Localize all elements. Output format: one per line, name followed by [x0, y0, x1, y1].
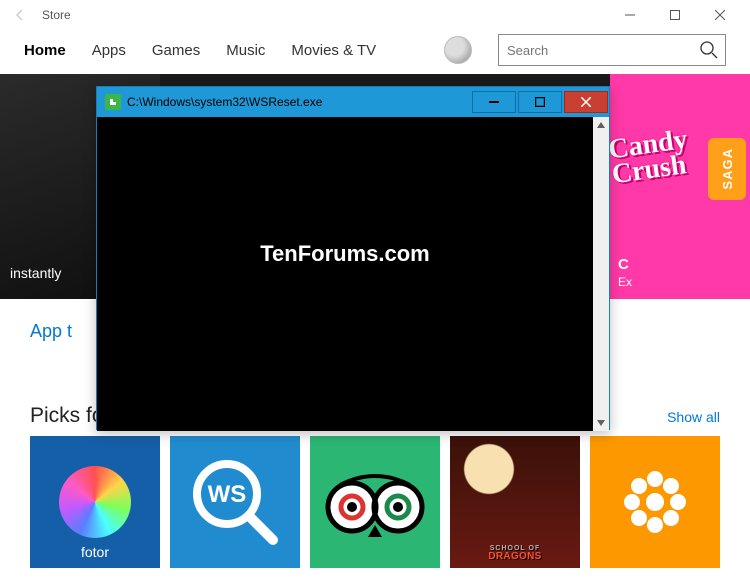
nav-movies[interactable]: Movies & TV [291, 42, 376, 59]
console-canvas: TenForums.com [97, 117, 593, 431]
app-tile-orange[interactable] [590, 436, 720, 568]
console-title-text: C:\Windows\system32\WSReset.exe [127, 95, 471, 109]
picks-show-all[interactable]: Show all [667, 409, 720, 425]
wordsearch-icon: WS [185, 452, 285, 552]
console-window[interactable]: C:\Windows\system32\WSReset.exe TenForum… [96, 86, 610, 430]
search-box[interactable] [498, 34, 726, 66]
hero-slide-right[interactable]: Candy Crush SAGA C Ex [610, 74, 750, 299]
nav-apps[interactable]: Apps [92, 42, 126, 59]
app-tile-wordsearch[interactable]: WS [170, 436, 300, 568]
search-input[interactable] [499, 35, 725, 65]
store-title-bar: Store [0, 0, 750, 30]
app-tile-tripadvisor[interactable] [310, 436, 440, 568]
scroll-down-button[interactable] [593, 415, 609, 431]
console-maximize-button[interactable] [518, 91, 562, 113]
dragons-art: SCHOOL OF DRAGONS [450, 436, 580, 568]
console-close-button[interactable] [564, 91, 608, 113]
hero-left-caption: instantly [10, 265, 61, 281]
candy-crush-logo: Candy Crush [610, 127, 692, 188]
saga-badge: SAGA [708, 138, 746, 200]
hero-right-caption: C [618, 256, 629, 273]
console-scrollbar[interactable] [593, 117, 609, 431]
user-avatar[interactable] [444, 36, 472, 64]
top-nav: Home Apps Games Music Movies & TV [0, 30, 750, 74]
nav-music[interactable]: Music [226, 42, 265, 59]
scroll-track[interactable] [593, 133, 609, 415]
console-minimize-button[interactable] [472, 91, 516, 113]
console-title-bar[interactable]: C:\Windows\system32\WSReset.exe [97, 87, 609, 117]
nav-home[interactable]: Home [24, 42, 66, 59]
picks-row: fotor WS SCHOOL OF DRAGONS [0, 436, 750, 568]
minimize-button[interactable] [607, 0, 652, 30]
nav-games[interactable]: Games [152, 42, 200, 59]
subnav-app-link[interactable]: App t [30, 321, 72, 342]
window-title: Store [42, 8, 607, 22]
maximize-button[interactable] [652, 0, 697, 30]
watermark-text: TenForums.com [260, 241, 430, 267]
search-icon[interactable] [699, 40, 719, 65]
console-app-icon [105, 94, 121, 110]
scroll-up-button[interactable] [593, 117, 609, 133]
close-button[interactable] [697, 0, 742, 30]
hero-right-subcaption: Ex [618, 275, 632, 289]
tripadvisor-icon [320, 467, 430, 537]
app-tile-fotor[interactable]: fotor [30, 436, 160, 568]
fotor-label: fotor [30, 544, 160, 560]
back-button[interactable] [8, 3, 32, 27]
svg-text:WS: WS [208, 481, 247, 508]
gotomeeting-icon [620, 467, 690, 537]
app-tile-dragons[interactable]: SCHOOL OF DRAGONS [450, 436, 580, 568]
console-body: TenForums.com [97, 117, 609, 431]
fotor-icon [59, 466, 131, 538]
